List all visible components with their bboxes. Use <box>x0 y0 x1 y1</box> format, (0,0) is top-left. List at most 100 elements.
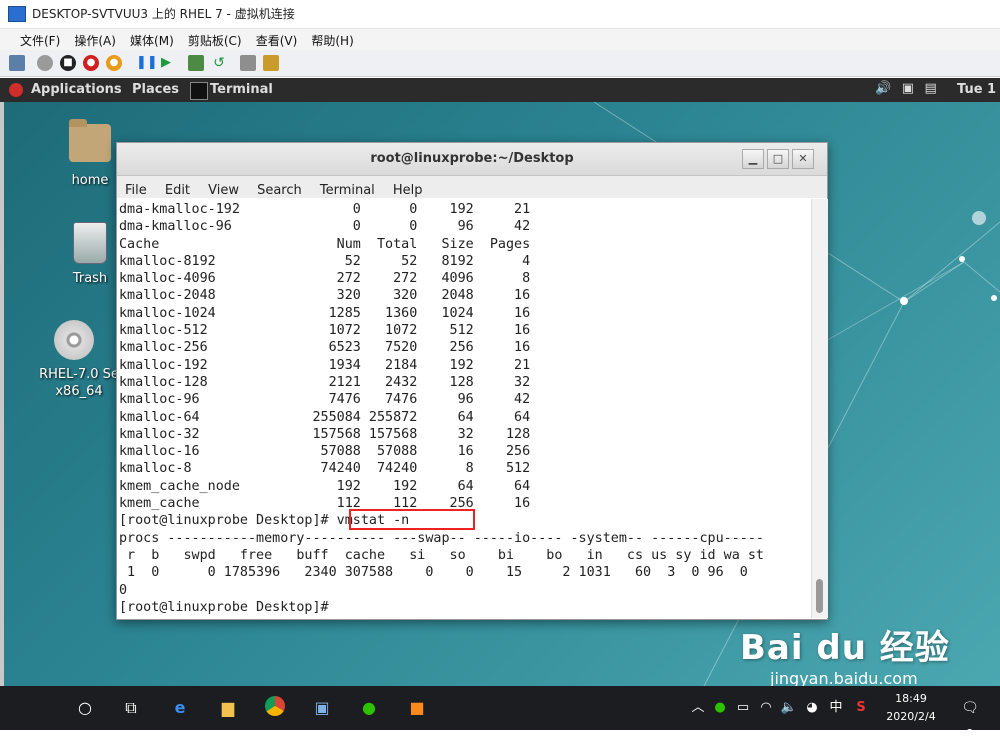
menu-file[interactable]: 文件(F) <box>20 29 69 49</box>
terminal-line: kmalloc-96 7476 7476 96 42 <box>119 392 531 408</box>
revert-icon[interactable]: ↺ <box>211 55 227 71</box>
terminal-menu-view[interactable]: View <box>208 183 239 198</box>
scrollbar-thumb[interactable] <box>816 579 823 613</box>
terminal-menu-file[interactable]: File <box>125 183 147 198</box>
terminal-title: root@linuxprobe:~/Desktop <box>370 151 574 166</box>
terminal-app-icon <box>190 82 208 100</box>
pause-icon[interactable]: ❚❚ <box>136 55 158 71</box>
terminal-line: kmalloc-2048 320 320 2048 16 <box>119 288 531 304</box>
menu-action[interactable]: 操作(A) <box>74 29 125 49</box>
tray-wechat-icon[interactable]: ● <box>708 696 732 720</box>
sogou-icon[interactable]: S <box>849 696 873 720</box>
ime-indicator[interactable]: 中 <box>824 696 848 720</box>
terminal-line: procs -----------memory---------- ---swa… <box>119 530 764 546</box>
applications-menu[interactable]: Applications <box>31 82 122 97</box>
terminal-line: kmalloc-512 1072 1072 512 16 <box>119 323 531 339</box>
terminal-line: kmem_cache_node 192 192 64 64 <box>119 478 531 494</box>
qq-icon[interactable]: ◕ <box>800 696 824 720</box>
app-icon[interactable]: ■ <box>405 696 429 720</box>
action-center-icon[interactable]: 🗨2 <box>958 696 982 739</box>
active-app-terminal[interactable]: Terminal <box>190 79 280 101</box>
dvd-icon <box>54 320 94 360</box>
terminal-window[interactable]: root@linuxprobe:~/Desktop ▁ □ ✕ File Edi… <box>116 142 828 620</box>
terminal-line: 1 0 0 1785396 2340 307588 0 0 15 2 1031 … <box>119 565 748 581</box>
network-icon[interactable]: ▣ <box>902 81 914 96</box>
terminal-line: 0 <box>119 582 128 598</box>
taskbar-date: 2020/2/4 <box>886 710 936 723</box>
places-menu[interactable]: Places <box>132 82 179 97</box>
terminal-line: kmalloc-4096 272 272 4096 8 <box>119 271 531 287</box>
share-icon[interactable] <box>263 55 279 71</box>
terminal-line: kmalloc-64 255084 255872 64 64 <box>119 409 531 425</box>
terminal-line: [root@linuxprobe Desktop]# <box>119 599 337 615</box>
command-highlight-box <box>349 509 475 530</box>
terminal-titlebar[interactable]: root@linuxprobe:~/Desktop ▁ □ ✕ <box>117 143 827 176</box>
active-app-label: Terminal <box>210 82 273 97</box>
taskbar-time: 18:49 <box>895 692 927 705</box>
turn-off-icon[interactable]: ■ <box>60 55 76 71</box>
terminal-scrollbar[interactable] <box>811 199 828 618</box>
vm-toolbar: ■ ● ● ❚❚ ▶ ↺ <box>0 50 1000 77</box>
checkpoint-icon[interactable] <box>188 55 204 71</box>
minimize-button[interactable]: ▁ <box>742 149 764 169</box>
menu-view[interactable]: 查看(V) <box>256 29 307 49</box>
task-view-icon[interactable]: ⧉ <box>119 696 143 720</box>
edge-icon[interactable]: e <box>168 696 192 720</box>
redhat-logo-icon <box>9 83 23 97</box>
taskbar-clock[interactable]: 18:49 2020/2/4 <box>886 690 936 726</box>
clock[interactable]: Tue 1 <box>957 82 996 97</box>
trash-icon <box>73 222 107 264</box>
volume-icon[interactable]: 🔊 <box>875 81 891 96</box>
hyperv-app-icon[interactable]: ▣ <box>310 696 334 720</box>
home-folder-icon <box>69 119 111 162</box>
vm-window-titlebar: DESKTOP-SVTVUU3 上的 RHEL 7 - 虚拟机连接 <box>0 0 1000 29</box>
save-state-icon[interactable]: ● <box>106 55 122 71</box>
wechat-icon[interactable]: ● <box>357 696 381 720</box>
cortana-icon[interactable]: ○ <box>73 696 97 720</box>
windows-taskbar: ○ ⧉ e ▆ ▣ ● ■ ︿ ● ▭ ◠ 🔈 ◕ 中 S 18:49 2020… <box>0 686 1000 739</box>
chrome-icon[interactable] <box>263 696 287 720</box>
terminal-line: kmalloc-32 157568 157568 32 128 <box>119 426 531 442</box>
watermark-brand: Bai du 经验 <box>740 628 950 668</box>
vm-window-title: DESKTOP-SVTVUU3 上的 RHEL 7 - 虚拟机连接 <box>32 7 295 21</box>
terminal-line: kmalloc-16 57088 57088 16 256 <box>119 444 531 460</box>
desktop-icon-label: RHEL-7.0 Se x86_64 <box>39 367 117 399</box>
terminal-menu-edit[interactable]: Edit <box>165 183 190 198</box>
gnome-top-bar: Applications Places Terminal 🔊 ▣ ▤ Tue 1 <box>0 78 1000 102</box>
start-icon[interactable] <box>37 55 53 71</box>
baidu-watermark: Bai du 经验 jingyan.baidu.com <box>740 620 950 688</box>
terminal-menu-search[interactable]: Search <box>257 183 302 198</box>
terminal-line: kmalloc-192 1934 2184 192 21 <box>119 357 531 373</box>
vm-menubar: 文件(F) 操作(A) 媒体(M) 剪贴板(C) 查看(V) 帮助(H) <box>0 29 1000 50</box>
desktop-icon-rhel-dvd[interactable]: RHEL-7.0 Se x86_64 <box>31 320 117 400</box>
terminal-line: dma-kmalloc-96 0 0 96 42 <box>119 219 531 235</box>
terminal-menubar: File Edit View Search Terminal Help <box>117 176 827 198</box>
terminal-output[interactable]: dma-kmalloc-192 0 0 192 21 dma-kmalloc-96… <box>117 199 811 618</box>
terminal-line: kmalloc-1024 1285 1360 1024 16 <box>119 305 531 321</box>
tray-overflow-icon[interactable]: ︿ <box>686 696 710 720</box>
terminal-text[interactable]: dma-kmalloc-192 0 0 192 21 dma-kmalloc-96… <box>117 199 811 616</box>
terminal-menu-terminal[interactable]: Terminal <box>320 183 375 198</box>
file-explorer-icon[interactable]: ▆ <box>216 696 240 720</box>
terminal-line: Cache Num Total Size Pages <box>119 236 531 252</box>
ctrl-alt-del-icon[interactable] <box>9 55 25 71</box>
terminal-line: kmalloc-8 74240 74240 8 512 <box>119 461 531 477</box>
terminal-menu-help[interactable]: Help <box>393 183 423 198</box>
menu-clipboard[interactable]: 剪贴板(C) <box>188 29 251 49</box>
terminal-line: dma-kmalloc-192 0 0 192 21 <box>119 202 531 217</box>
terminal-line: kmalloc-128 2121 2432 128 32 <box>119 374 531 390</box>
maximize-button[interactable]: □ <box>767 149 789 169</box>
battery-icon[interactable]: ▭ <box>731 696 755 720</box>
menu-media[interactable]: 媒体(M) <box>130 29 183 49</box>
enhanced-session-icon[interactable] <box>240 55 256 71</box>
wifi-icon[interactable]: ◠ <box>754 696 778 720</box>
clipboard-icon[interactable]: ▤ <box>925 81 937 96</box>
resume-icon[interactable]: ▶ <box>158 55 174 71</box>
vm-connection-icon <box>8 6 26 22</box>
close-button[interactable]: ✕ <box>792 149 814 169</box>
terminal-line: kmalloc-256 6523 7520 256 16 <box>119 340 531 356</box>
system-tray-icons[interactable]: 🔊 ▣ ▤ <box>875 81 937 96</box>
speaker-icon[interactable]: 🔈 <box>777 696 801 720</box>
shut-down-icon[interactable]: ● <box>83 55 99 71</box>
menu-help[interactable]: 帮助(H) <box>311 29 362 49</box>
